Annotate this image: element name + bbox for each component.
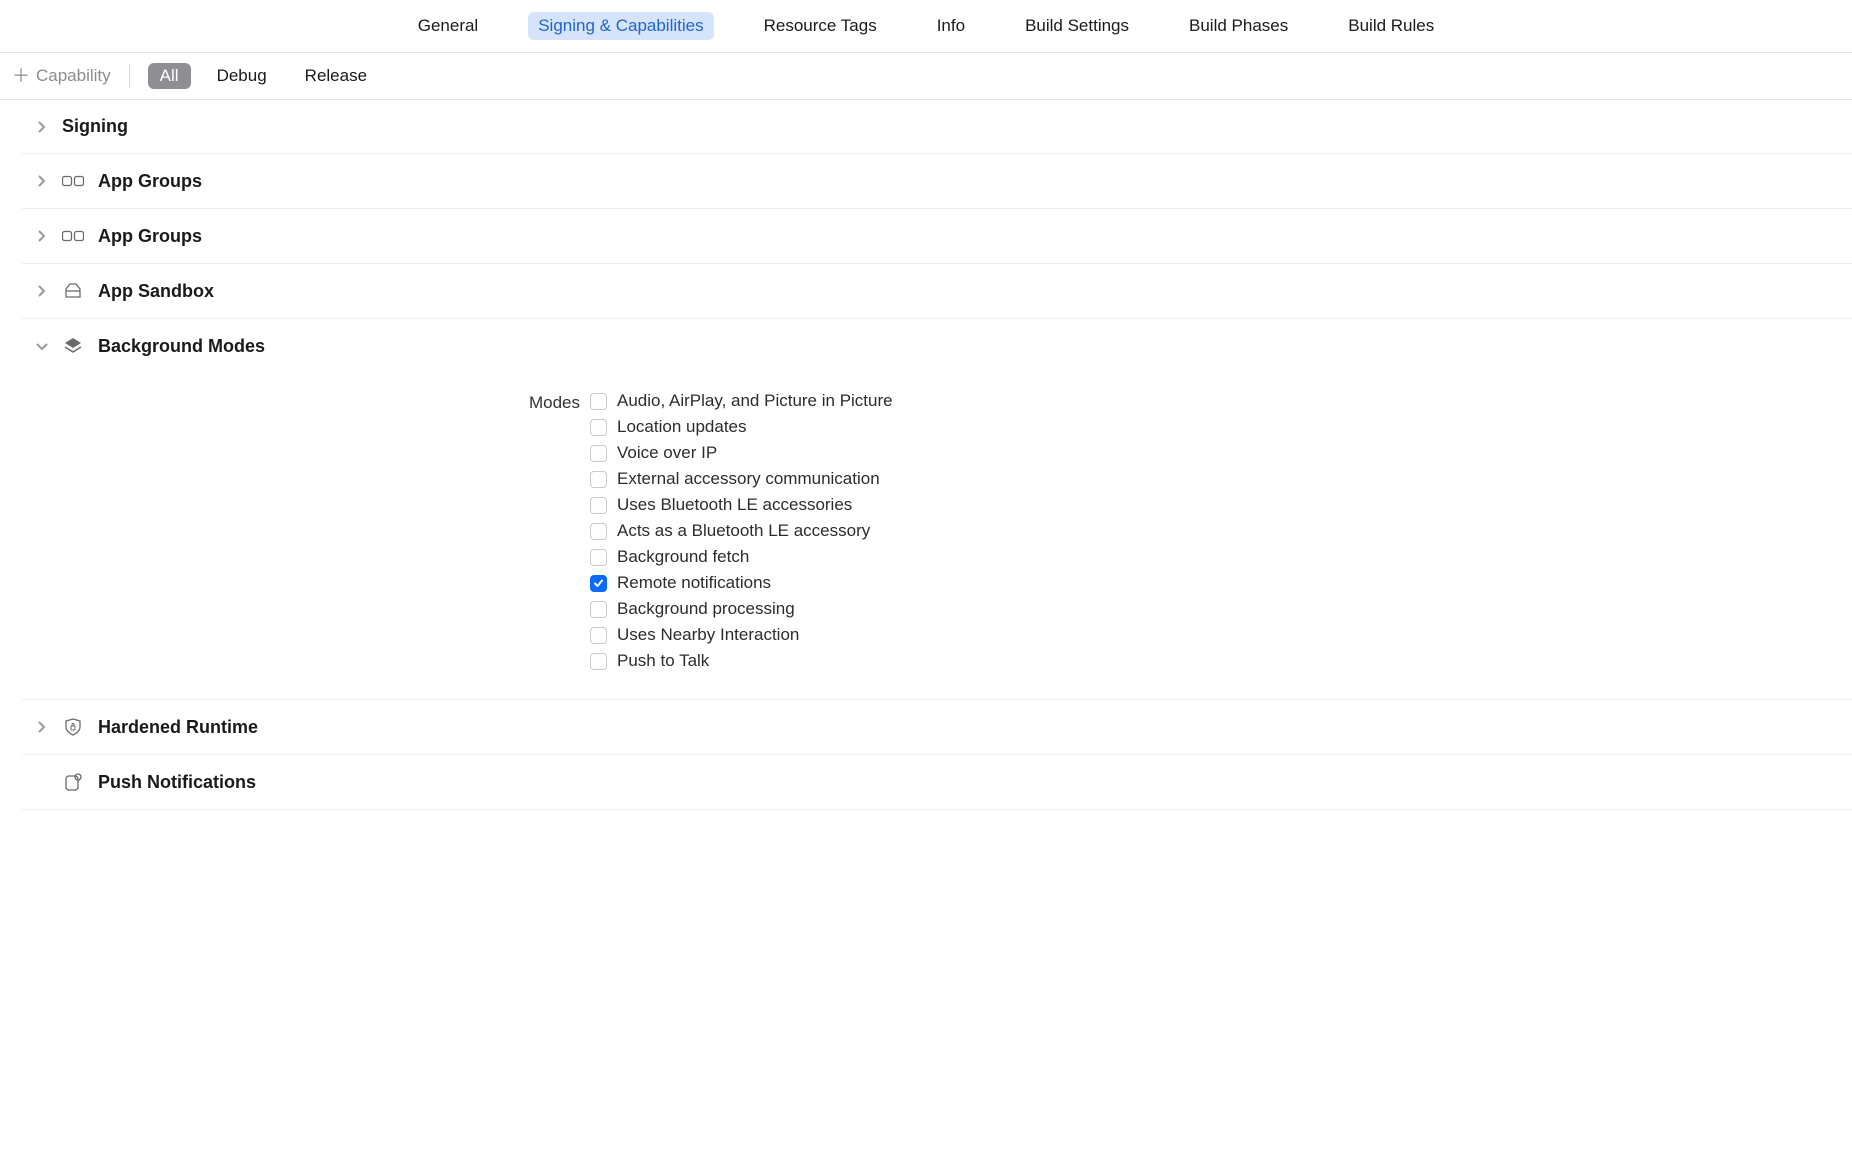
section-title: Hardened Runtime — [98, 717, 258, 738]
app-groups-icon — [62, 170, 84, 192]
tab-info[interactable]: Info — [927, 12, 975, 40]
chevron-right-icon — [36, 285, 48, 297]
chevron-down-icon — [36, 340, 48, 352]
mode-row: External accessory communication — [590, 469, 893, 489]
layers-icon — [62, 335, 84, 357]
mode-label: Acts as a Bluetooth LE accessory — [617, 521, 870, 541]
section-app-sandbox[interactable]: App Sandbox — [22, 264, 1852, 319]
mode-label: Remote notifications — [617, 573, 771, 593]
sandbox-icon — [62, 280, 84, 302]
tab-build-settings[interactable]: Build Settings — [1015, 12, 1139, 40]
mode-checkbox[interactable] — [590, 523, 607, 540]
mode-row: Audio, AirPlay, and Picture in Picture — [590, 391, 893, 411]
mode-row: Location updates — [590, 417, 893, 437]
chevron-right-icon — [36, 121, 48, 133]
mode-checkbox[interactable] — [590, 445, 607, 462]
add-capability-button[interactable]: ＋ Capability — [12, 66, 111, 86]
mode-row: Background fetch — [590, 547, 893, 567]
section-app-groups[interactable]: App Groups — [22, 154, 1852, 209]
chevron-right-icon — [36, 230, 48, 242]
mode-checkbox[interactable] — [590, 575, 607, 592]
mode-checkbox[interactable] — [590, 471, 607, 488]
tab-build-rules[interactable]: Build Rules — [1338, 12, 1444, 40]
chevron-blank-icon — [36, 776, 48, 788]
section-title: Signing — [62, 116, 128, 137]
mode-row: Remote notifications — [590, 573, 893, 593]
section-push-notifications[interactable]: Push Notifications — [22, 755, 1852, 810]
mode-row: Acts as a Bluetooth LE accessory — [590, 521, 893, 541]
filter-all[interactable]: All — [148, 63, 191, 89]
modes-label: Modes — [22, 391, 590, 671]
mode-checkbox[interactable] — [590, 549, 607, 566]
filter-release[interactable]: Release — [293, 63, 379, 89]
section-signing[interactable]: Signing — [22, 100, 1852, 154]
mode-label: External accessory communication — [617, 469, 880, 489]
mode-checkbox[interactable] — [590, 653, 607, 670]
section-app-groups[interactable]: App Groups — [22, 209, 1852, 264]
mode-label: Voice over IP — [617, 443, 717, 463]
section-background-modes[interactable]: Background Modes — [22, 319, 1852, 373]
mode-checkbox[interactable] — [590, 419, 607, 436]
capability-subbar: ＋ Capability All Debug Release — [0, 53, 1852, 100]
top-tabs: General Signing & Capabilities Resource … — [0, 0, 1852, 53]
mode-checkbox[interactable] — [590, 497, 607, 514]
tab-general[interactable]: General — [408, 12, 488, 40]
mode-label: Location updates — [617, 417, 747, 437]
shield-lock-icon — [62, 716, 84, 738]
chevron-right-icon — [36, 175, 48, 187]
mode-label: Uses Nearby Interaction — [617, 625, 799, 645]
tab-signing-capabilities[interactable]: Signing & Capabilities — [528, 12, 713, 40]
mode-row: Background processing — [590, 599, 893, 619]
plus-icon: ＋ — [12, 67, 30, 85]
divider — [129, 64, 130, 88]
section-title: App Groups — [98, 226, 202, 247]
mode-checkbox[interactable] — [590, 393, 607, 410]
mode-label: Audio, AirPlay, and Picture in Picture — [617, 391, 893, 411]
section-hardened-runtime[interactable]: Hardened Runtime — [22, 700, 1852, 755]
mode-row: Uses Bluetooth LE accessories — [590, 495, 893, 515]
add-capability-label: Capability — [36, 66, 111, 86]
tab-build-phases[interactable]: Build Phases — [1179, 12, 1298, 40]
mode-label: Uses Bluetooth LE accessories — [617, 495, 852, 515]
mode-checkbox[interactable] — [590, 627, 607, 644]
section-title: Background Modes — [98, 336, 265, 357]
tab-resource-tags[interactable]: Resource Tags — [754, 12, 887, 40]
section-title: App Sandbox — [98, 281, 214, 302]
filter-debug[interactable]: Debug — [205, 63, 279, 89]
background-modes-body: Modes Audio, AirPlay, and Picture in Pic… — [22, 373, 1852, 700]
push-notifications-icon — [62, 771, 84, 793]
mode-label: Push to Talk — [617, 651, 709, 671]
section-title: Push Notifications — [98, 772, 256, 793]
mode-checkbox[interactable] — [590, 601, 607, 618]
mode-label: Background fetch — [617, 547, 749, 567]
modes-list: Audio, AirPlay, and Picture in Picture Lo… — [590, 391, 893, 671]
mode-row: Uses Nearby Interaction — [590, 625, 893, 645]
mode-label: Background processing — [617, 599, 795, 619]
chevron-right-icon — [36, 721, 48, 733]
section-title: App Groups — [98, 171, 202, 192]
mode-row: Push to Talk — [590, 651, 893, 671]
app-groups-icon — [62, 225, 84, 247]
mode-row: Voice over IP — [590, 443, 893, 463]
